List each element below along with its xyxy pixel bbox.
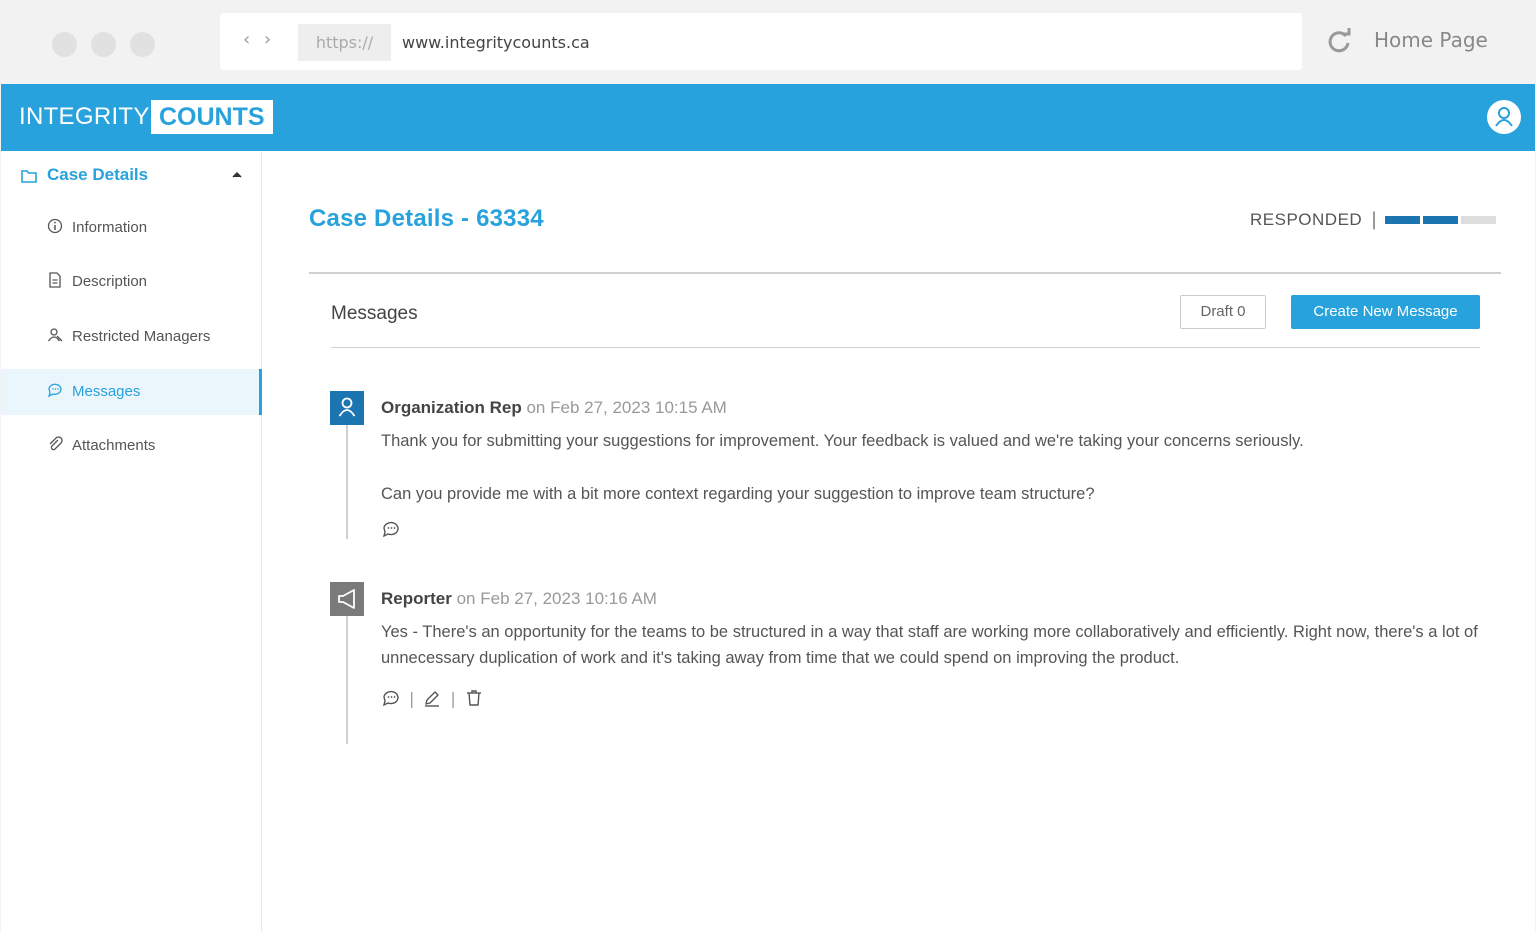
avatar bbox=[330, 391, 364, 425]
reload-icon[interactable] bbox=[1324, 26, 1354, 56]
app-window: INTEGRITY COUNTS Case Details Informatio… bbox=[1, 84, 1535, 931]
status-separator: | bbox=[1371, 209, 1378, 230]
chevron-up-icon[interactable] bbox=[231, 170, 243, 180]
sidebar-item-messages[interactable]: Messages bbox=[1, 369, 262, 415]
sidebar-item-restricted-managers[interactable]: Restricted Managers bbox=[1, 314, 261, 360]
thread-line bbox=[346, 616, 348, 744]
main-content: Case Details - 63334 RESPONDED | Message… bbox=[263, 151, 1535, 931]
sidebar-item-label: Messages bbox=[72, 383, 141, 400]
action-separator: | bbox=[450, 688, 456, 708]
messages-heading: Messages bbox=[331, 303, 418, 324]
window-minimize-dot[interactable] bbox=[91, 32, 116, 57]
thread-line bbox=[346, 425, 348, 539]
paperclip-icon bbox=[49, 436, 63, 451]
message-author: Organization Rep bbox=[381, 398, 522, 417]
restricted-user-icon bbox=[47, 328, 63, 342]
message-actions bbox=[381, 519, 401, 539]
info-icon bbox=[47, 218, 63, 234]
forward-arrow-icon[interactable]: › bbox=[264, 29, 271, 50]
message-header: Organization Rep on Feb 27, 2023 10:15 A… bbox=[381, 398, 727, 418]
url-text[interactable]: www.integritycounts.ca bbox=[402, 24, 590, 61]
status-label: RESPONDED bbox=[1250, 210, 1363, 229]
sidebar-item-label: Information bbox=[72, 219, 148, 236]
progress-step-3 bbox=[1461, 216, 1496, 224]
logo-counts: COUNTS bbox=[151, 100, 273, 134]
avatar bbox=[330, 582, 364, 616]
message-body: Yes - There's an opportunity for the tea… bbox=[381, 619, 1501, 671]
sidebar-section-label: Case Details bbox=[47, 165, 149, 184]
url-protocol: https:// bbox=[298, 24, 391, 61]
page-title: Case Details - 63334 bbox=[309, 205, 544, 232]
message-actions: | | bbox=[381, 688, 484, 708]
sidebar-item-attachments[interactable]: Attachments bbox=[1, 423, 261, 469]
sidebar-item-description[interactable]: Description bbox=[1, 259, 261, 305]
sidebar-item-label: Attachments bbox=[72, 437, 156, 454]
sidebar-item-label: Description bbox=[72, 273, 148, 290]
home-page-link[interactable]: Home Page bbox=[1374, 28, 1488, 52]
sidebar: Case Details Information Description Res… bbox=[1, 151, 262, 931]
divider bbox=[331, 347, 1480, 348]
message-author: Reporter bbox=[381, 589, 452, 608]
edit-pencil-icon[interactable] bbox=[422, 688, 442, 708]
sidebar-item-information[interactable]: Information bbox=[1, 205, 261, 251]
window-close-dot[interactable] bbox=[52, 32, 77, 57]
chat-icon bbox=[47, 383, 62, 398]
person-icon bbox=[338, 397, 356, 417]
folder-icon bbox=[21, 170, 37, 183]
user-account-button[interactable] bbox=[1487, 100, 1521, 134]
logo-integrity: INTEGRITY bbox=[19, 103, 150, 130]
message-body: Thank you for submitting your suggestion… bbox=[381, 428, 1501, 507]
action-separator: | bbox=[409, 688, 415, 708]
progress-step-2 bbox=[1423, 216, 1458, 224]
message-header: Reporter on Feb 27, 2023 10:16 AM bbox=[381, 589, 657, 609]
document-icon bbox=[49, 272, 61, 288]
sidebar-section-case-details[interactable]: Case Details bbox=[1, 151, 261, 201]
reply-chat-icon[interactable] bbox=[381, 519, 401, 539]
sidebar-item-label: Restricted Managers bbox=[72, 328, 211, 345]
progress-step-1 bbox=[1385, 216, 1420, 224]
back-arrow-icon[interactable]: ‹ bbox=[243, 29, 250, 50]
user-icon bbox=[1495, 107, 1513, 127]
browser-chrome: ‹ › https:// www.integritycounts.ca Home… bbox=[0, 0, 1536, 84]
window-maximize-dot[interactable] bbox=[130, 32, 155, 57]
trash-icon[interactable] bbox=[464, 688, 484, 708]
message-paragraph: Thank you for submitting your suggestion… bbox=[381, 432, 1304, 450]
draft-button[interactable]: Draft 0 bbox=[1180, 295, 1266, 329]
message-timestamp: on Feb 27, 2023 10:15 AM bbox=[526, 398, 727, 417]
reply-chat-icon[interactable] bbox=[381, 688, 401, 708]
create-new-message-button[interactable]: Create New Message bbox=[1291, 295, 1480, 329]
address-bar[interactable]: ‹ › https:// www.integritycounts.ca bbox=[220, 13, 1302, 70]
megaphone-icon bbox=[338, 589, 355, 609]
divider bbox=[309, 272, 1501, 274]
message-paragraph: Yes - There's an opportunity for the tea… bbox=[381, 623, 1478, 667]
message-paragraph: Can you provide me with a bit more conte… bbox=[381, 485, 1095, 503]
app-header: INTEGRITY COUNTS bbox=[1, 84, 1535, 151]
message-timestamp: on Feb 27, 2023 10:16 AM bbox=[456, 589, 657, 608]
